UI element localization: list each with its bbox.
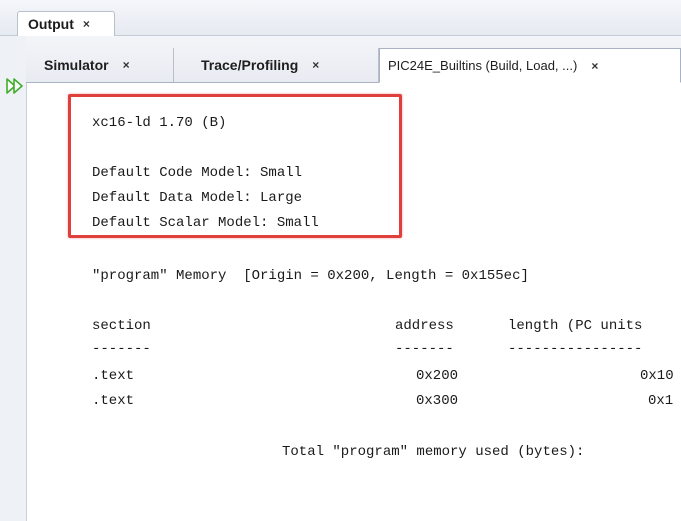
tab-simulator[interactable]: Simulator × <box>36 48 174 82</box>
console-output[interactable]: xc16-ld 1.70 (B) Default Code Model: Sma… <box>27 83 681 521</box>
double-play-icon[interactable] <box>6 78 24 94</box>
length-separator: ---------------- <box>508 341 643 357</box>
output-subtabs: Simulator × Trace/Profiling × PIC24E_Bui… <box>26 36 681 83</box>
highlight-box <box>68 94 402 238</box>
row-length: 0x1 <box>648 393 674 409</box>
address-separator: ------- <box>395 341 454 357</box>
section-separator: ------- <box>92 341 151 357</box>
row-section: .text <box>92 368 135 384</box>
tab-output-label: Output <box>28 16 74 32</box>
output-toolbar <box>0 36 27 521</box>
tab-simulator-close-icon[interactable]: × <box>123 58 130 72</box>
tab-output[interactable]: Output × <box>17 11 115 36</box>
tab-trace-profiling[interactable]: Trace/Profiling × <box>174 48 379 82</box>
tab-pic24e-builtins-label: PIC24E_Builtins (Build, Load, ...) <box>388 58 578 73</box>
tab-trace-profiling-label: Trace/Profiling <box>201 57 299 73</box>
tab-pic24e-builtins[interactable]: PIC24E_Builtins (Build, Load, ...) × <box>379 48 681 83</box>
row-section: .text <box>92 393 135 409</box>
tab-simulator-label: Simulator <box>44 57 109 73</box>
row-address: 0x300 <box>416 393 459 409</box>
tab-trace-profiling-close-icon[interactable]: × <box>312 58 319 72</box>
memory-header-line: "program" Memory [Origin = 0x200, Length… <box>92 268 529 284</box>
column-section-header: section <box>92 318 151 334</box>
tab-pic24e-builtins-close-icon[interactable]: × <box>591 59 598 73</box>
output-panel-header: Output × <box>0 0 681 36</box>
row-length: 0x10 <box>640 368 674 384</box>
tab-output-close-icon[interactable]: × <box>83 17 90 31</box>
row-address: 0x200 <box>416 368 459 384</box>
column-address-header: address <box>395 318 454 334</box>
total-memory-line: Total "program" memory used (bytes): <box>282 444 585 460</box>
column-length-header: length (PC units <box>508 318 643 334</box>
